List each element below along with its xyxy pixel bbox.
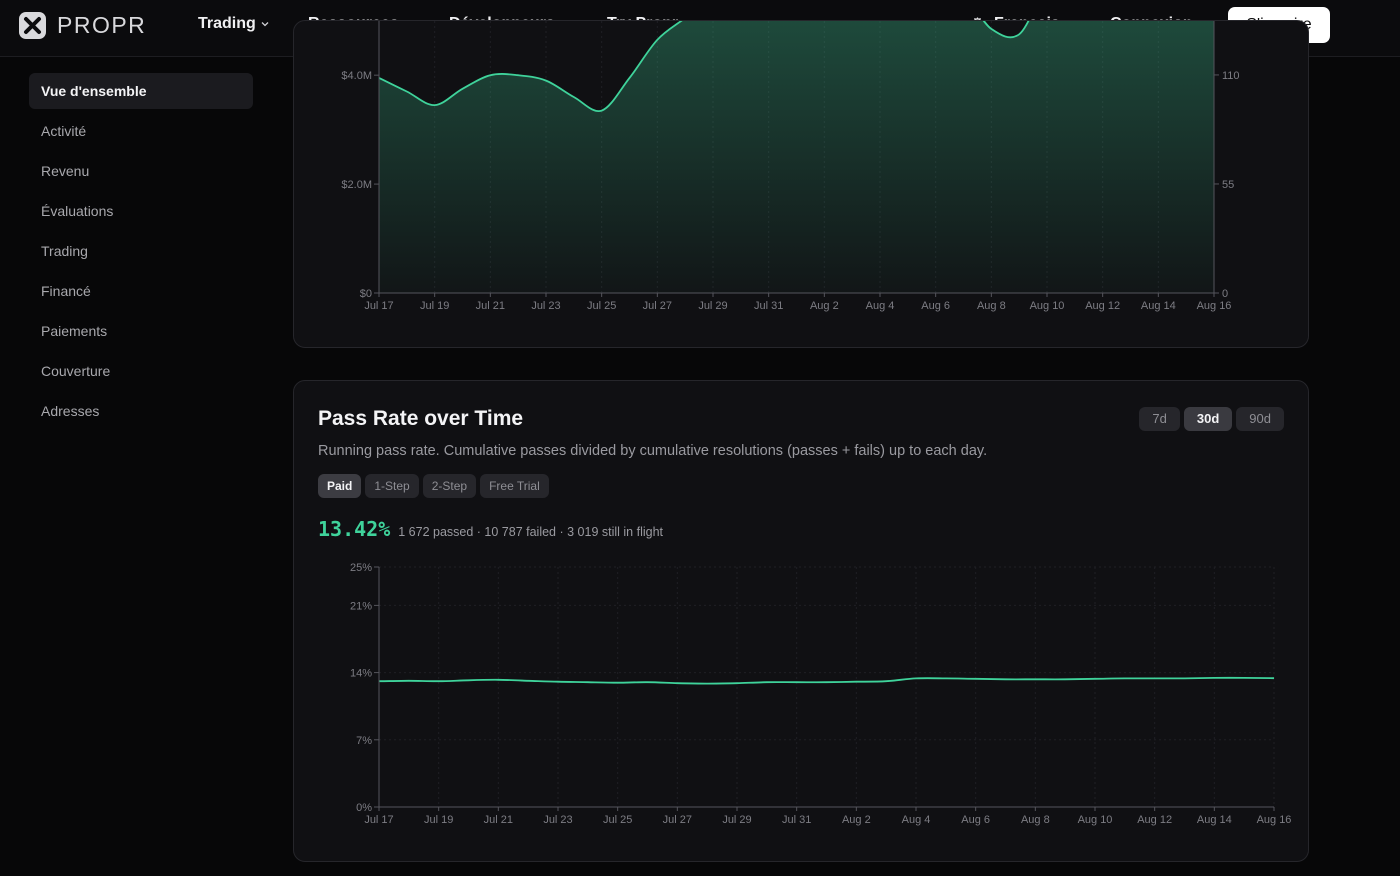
x-tick-label: Aug 2 <box>842 814 871 826</box>
x-tick-label: Jul 19 <box>424 814 453 826</box>
x-tick-label: Aug 10 <box>1078 814 1113 826</box>
x-tick-label: Aug 16 <box>1257 814 1292 826</box>
nav-trading[interactable]: Trading <box>198 15 269 33</box>
sidebar-item-activite[interactable]: Activité <box>29 113 253 149</box>
x-tick-label: Aug 12 <box>1085 300 1120 312</box>
x-tick-label: Aug 6 <box>961 814 990 826</box>
x-tick-label: Aug 4 <box>866 300 895 312</box>
y-tick-label: $0 <box>360 288 372 300</box>
sidebar-item-paiements[interactable]: Paiements <box>29 313 253 349</box>
x-tick-label: Jul 27 <box>643 300 672 312</box>
pass-rate-chart: 0% 7% 14% 21% 25% Jul 17 Jul 19 Jul 21 Jul 23 Jul… <box>350 562 1292 826</box>
nav-trading-label: Trading <box>198 15 256 32</box>
sidebar-item-vue-ensemble[interactable]: Vue d'ensemble <box>29 73 253 109</box>
x-tick-label: Jul 27 <box>663 814 692 826</box>
logo[interactable]: PROPR <box>18 11 146 40</box>
pass-rate-card: Pass Rate over Time 7d 30d 90d Running p… <box>293 380 1309 862</box>
x-tick-label: Aug 14 <box>1141 300 1176 312</box>
sidebar-item-trading[interactable]: Trading <box>29 233 253 269</box>
x-tick-label: Jul 21 <box>484 814 513 826</box>
x-tick-label: Jul 25 <box>603 814 632 826</box>
x-tick-label: Aug 8 <box>1021 814 1050 826</box>
chevron-down-icon <box>261 22 269 27</box>
x-tick-label: Aug 8 <box>977 300 1006 312</box>
x-tick-label: Aug 10 <box>1030 300 1065 312</box>
y-tick-label: 21% <box>350 600 372 612</box>
x-tick-label: Jul 23 <box>543 814 572 826</box>
y-tick-label: $4.0M <box>341 70 372 82</box>
y-tick-label: 14% <box>350 668 372 680</box>
sidebar-item-couverture[interactable]: Couverture <box>29 353 253 389</box>
sidebar-item-finance[interactable]: Financé <box>29 273 253 309</box>
y2-tick-label: 110 <box>1222 70 1240 82</box>
x-tick-label: Aug 16 <box>1197 300 1232 312</box>
x-tick-label: Aug 4 <box>902 814 931 826</box>
y2-tick-label: 55 <box>1222 179 1234 191</box>
x-tick-label: Jul 29 <box>722 814 751 826</box>
y-tick-label: 7% <box>356 735 372 747</box>
y-tick-label: $2.0M <box>341 179 372 191</box>
sidebar-item-adresses[interactable]: Adresses <box>29 393 253 429</box>
revenue-chart-card: $0$2.0M$4.0M$6.0M055110165Jul 17Jul 19Ju… <box>293 20 1309 348</box>
pass-rate-line <box>378 676 1275 685</box>
x-tick-label: Jul 29 <box>698 300 727 312</box>
x-tick-label: Jul 31 <box>782 814 811 826</box>
y2-tick-label: 0 <box>1222 288 1228 300</box>
x-tick-label: Aug 6 <box>921 300 950 312</box>
y-tick-label: 0% <box>356 802 372 814</box>
revenue-area-fill <box>379 21 1214 293</box>
propr-logo-icon <box>19 12 46 39</box>
x-tick-label: Jul 21 <box>476 300 505 312</box>
x-tick-label: Aug 2 <box>810 300 839 312</box>
y-tick-label: 25% <box>350 562 372 574</box>
logo-text: PROPR <box>57 12 147 38</box>
sidebar-item-evaluations[interactable]: Évaluations <box>29 193 253 229</box>
revenue-chart: $0$2.0M$4.0M$6.0M055110165Jul 17Jul 19Ju… <box>341 21 1240 312</box>
sidebar-item-revenu[interactable]: Revenu <box>29 153 253 189</box>
x-tick-label: Jul 23 <box>531 300 560 312</box>
x-tick-label: Jul 17 <box>364 814 393 826</box>
sidebar: Vue d'ensemble Activité Revenu Évaluatio… <box>29 73 253 433</box>
x-tick-label: Aug 14 <box>1197 814 1232 826</box>
x-tick-label: Jul 19 <box>420 300 449 312</box>
x-tick-label: Jul 31 <box>754 300 783 312</box>
x-tick-label: Jul 25 <box>587 300 616 312</box>
x-tick-label: Aug 12 <box>1137 814 1172 826</box>
x-tick-label: Jul 17 <box>364 300 393 312</box>
